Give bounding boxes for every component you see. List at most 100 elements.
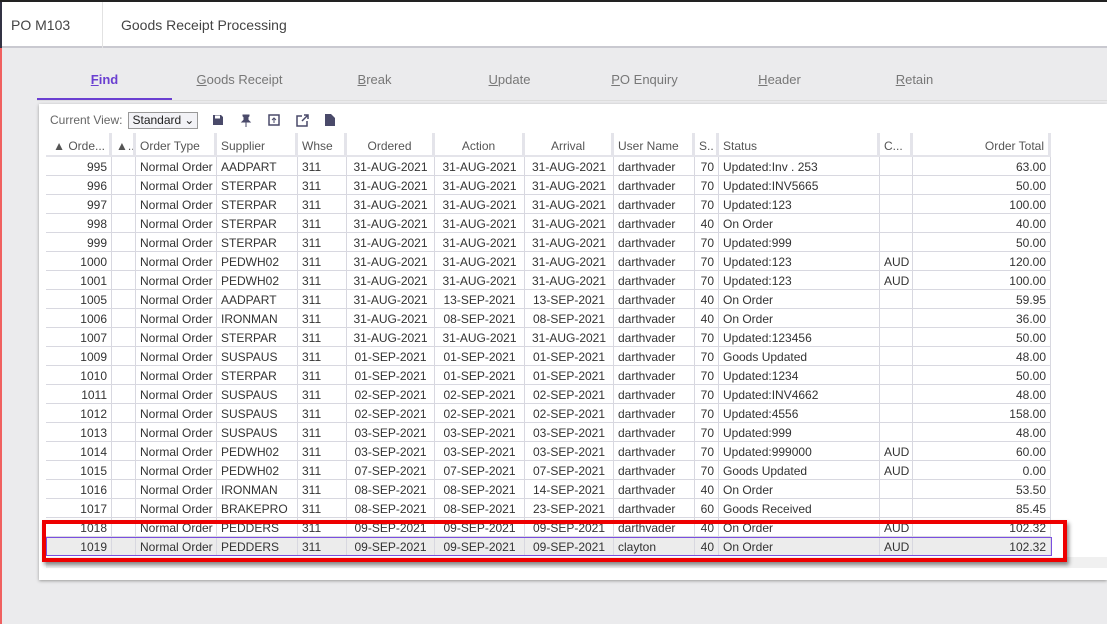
- table-cell: Normal Order: [136, 176, 217, 195]
- table-cell: darthvader: [614, 404, 695, 423]
- table-cell: [112, 176, 136, 195]
- column-header[interactable]: C...: [880, 133, 913, 157]
- tab-find[interactable]: Find: [37, 66, 172, 101]
- column-header[interactable]: Arrival: [525, 133, 614, 157]
- table-row[interactable]: 1016 Normal Order IRONMAN 311 08-SEP-2021 08-…: [46, 480, 1052, 499]
- table-cell: 09-SEP-2021: [435, 537, 525, 556]
- pin-icon[interactable]: [238, 112, 254, 128]
- table-cell: 31-AUG-2021: [435, 214, 525, 233]
- tab-retain[interactable]: Retain: [847, 66, 982, 101]
- table-cell: AUD: [880, 537, 913, 556]
- table-cell: 1011: [46, 385, 112, 404]
- tab-update[interactable]: Update: [442, 66, 577, 101]
- table-row[interactable]: 1019 Normal Order PEDDERS 311 09-SEP-2021 09-…: [46, 537, 1052, 556]
- tab-break[interactable]: Break: [307, 66, 442, 101]
- table-cell: 31-AUG-2021: [525, 195, 614, 214]
- table-cell: 40: [695, 480, 719, 499]
- table-row[interactable]: 1001 Normal Order PEDWH02 311 31-AUG-2021 31-…: [46, 271, 1052, 290]
- table-cell: [112, 195, 136, 214]
- table-cell: 31-AUG-2021: [347, 252, 435, 271]
- column-header[interactable]: User Name: [614, 133, 695, 157]
- table-row[interactable]: 1018 Normal Order PEDDERS 311 09-SEP-2021 09-…: [46, 518, 1052, 537]
- table-cell: 70: [695, 233, 719, 252]
- table-cell: 48.00: [913, 347, 1051, 366]
- export-icon[interactable]: [294, 112, 310, 128]
- column-header[interactable]: Order Total: [913, 133, 1051, 157]
- table-row[interactable]: 1013 Normal Order SUSPAUS 311 03-SEP-2021 03-…: [46, 423, 1052, 442]
- table-row[interactable]: 1005 Normal Order AADPART 311 31-AUG-2021 13-…: [46, 290, 1052, 309]
- table-cell: 07-SEP-2021: [435, 461, 525, 480]
- table-row[interactable]: 1006 Normal Order IRONMAN 311 31-AUG-2021 08-…: [46, 309, 1052, 328]
- table-cell: 1001: [46, 271, 112, 290]
- table-cell: 1019: [46, 537, 112, 556]
- table-cell: 70: [695, 176, 719, 195]
- table-cell: 03-SEP-2021: [525, 423, 614, 442]
- table-cell: PEDDERS: [217, 518, 298, 537]
- table-row[interactable]: 1014 Normal Order PEDWH02 311 03-SEP-2021 03-…: [46, 442, 1052, 461]
- column-header[interactable]: ▲..: [112, 133, 136, 157]
- table-cell: 311: [298, 480, 347, 499]
- table-row[interactable]: 1012 Normal Order SUSPAUS 311 02-SEP-2021 02-…: [46, 404, 1052, 423]
- save-icon[interactable]: [210, 112, 226, 128]
- table-cell: AUD: [880, 442, 913, 461]
- table-row[interactable]: 997 Normal Order STERPAR 311 31-AUG-2021 31-A…: [46, 195, 1052, 214]
- table-cell: 48.00: [913, 385, 1051, 404]
- tab-label: PO Enquiry: [611, 72, 678, 87]
- restore-icon[interactable]: [266, 112, 282, 128]
- table-cell: 03-SEP-2021: [435, 442, 525, 461]
- column-header[interactable]: Order Type: [136, 133, 217, 157]
- table-cell: 40.00: [913, 214, 1051, 233]
- tab-goods-receipt[interactable]: Goods Receipt: [172, 66, 307, 101]
- column-header[interactable]: ▲ Orde...: [46, 133, 112, 157]
- table-cell: 08-SEP-2021: [347, 499, 435, 518]
- table-cell: 1014: [46, 442, 112, 461]
- table-row[interactable]: 996 Normal Order STERPAR 311 31-AUG-2021 31-A…: [46, 176, 1052, 195]
- table-cell: [880, 309, 913, 328]
- column-header[interactable]: Status: [719, 133, 880, 157]
- table-row[interactable]: 999 Normal Order STERPAR 311 31-AUG-2021 31-A…: [46, 233, 1052, 252]
- table-cell: AUD: [880, 271, 913, 290]
- tab-po-enquiry[interactable]: PO Enquiry: [577, 66, 712, 101]
- table-cell: 311: [298, 252, 347, 271]
- tab-header[interactable]: Header: [712, 66, 847, 101]
- table-cell: Normal Order: [136, 347, 217, 366]
- document-icon[interactable]: [322, 112, 338, 128]
- table-row[interactable]: 1010 Normal Order STERPAR 311 01-SEP-2021 01-…: [46, 366, 1052, 385]
- table-cell: 311: [298, 347, 347, 366]
- table-cell: 102.32: [913, 518, 1051, 537]
- table-cell: 50.00: [913, 176, 1051, 195]
- table-row[interactable]: 1011 Normal Order SUSPAUS 311 02-SEP-2021 02-…: [46, 385, 1052, 404]
- table-cell: 31-AUG-2021: [525, 328, 614, 347]
- table-cell: Updated:INV4662: [719, 385, 880, 404]
- table-cell: 59.95: [913, 290, 1051, 309]
- table-cell: Updated:123456: [719, 328, 880, 347]
- table-cell: PEDWH02: [217, 442, 298, 461]
- column-header[interactable]: Supplier: [217, 133, 298, 157]
- table-cell: 40: [695, 214, 719, 233]
- table-cell: darthvader: [614, 442, 695, 461]
- table-cell: 14-SEP-2021: [525, 480, 614, 499]
- orders-grid: ▲ Orde... ▲.. Order Type Supplier Whse Ordere…: [46, 133, 1052, 556]
- column-header[interactable]: Whse: [298, 133, 347, 157]
- table-row[interactable]: 1009 Normal Order SUSPAUS 311 01-SEP-2021 01-…: [46, 347, 1052, 366]
- column-header[interactable]: S..: [695, 133, 719, 157]
- table-cell: 70: [695, 423, 719, 442]
- horizontal-scrollbar[interactable]: [46, 557, 1107, 568]
- table-row[interactable]: 998 Normal Order STERPAR 311 31-AUG-2021 31-A…: [46, 214, 1052, 233]
- column-header[interactable]: Action: [435, 133, 525, 157]
- table-cell: 02-SEP-2021: [435, 385, 525, 404]
- table-cell: [112, 214, 136, 233]
- current-view-select[interactable]: Standard ⌄: [128, 111, 199, 129]
- page-title: Goods Receipt Processing: [121, 17, 287, 33]
- table-cell: darthvader: [614, 461, 695, 480]
- table-cell: 1005: [46, 290, 112, 309]
- table-row[interactable]: 1017 Normal Order BRAKEPRO 311 08-SEP-2021 08…: [46, 499, 1052, 518]
- table-row[interactable]: 995 Normal Order AADPART 311 31-AUG-2021 31-A…: [46, 157, 1052, 176]
- table-cell: [880, 404, 913, 423]
- column-header[interactable]: Ordered: [347, 133, 435, 157]
- table-row[interactable]: 1000 Normal Order PEDWH02 311 31-AUG-2021 31-…: [46, 252, 1052, 271]
- table-cell: 311: [298, 195, 347, 214]
- table-cell: 1018: [46, 518, 112, 537]
- table-row[interactable]: 1015 Normal Order PEDWH02 311 07-SEP-2021 07-…: [46, 461, 1052, 480]
- table-row[interactable]: 1007 Normal Order STERPAR 311 31-AUG-2021 31-…: [46, 328, 1052, 347]
